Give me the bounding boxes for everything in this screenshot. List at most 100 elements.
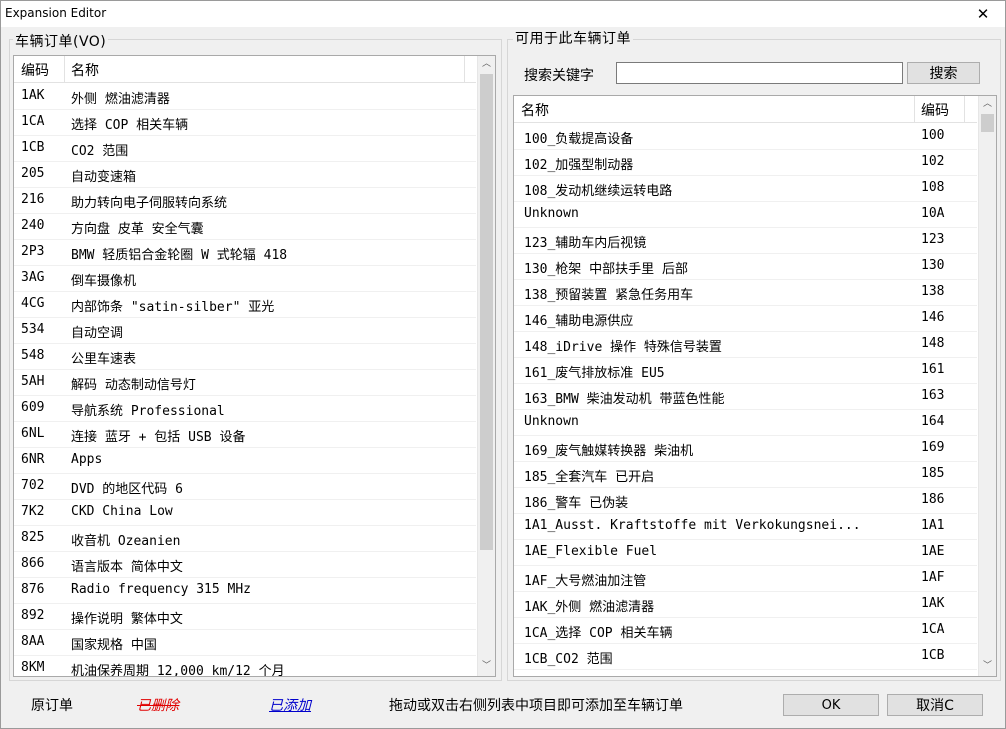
scroll-down-icon[interactable]: ﹀ [979,658,996,675]
table-row[interactable]: 5AH 解码 动态制动信号灯 [14,369,476,396]
table-row[interactable]: 1AE_Flexible Fuel 1AE [514,539,977,566]
table-row[interactable]: 1CB_CO2 范围 1CB [514,643,977,670]
table-row[interactable]: 146_辅助电源供应 146 [514,305,977,332]
cell-code: 1CB [21,140,45,155]
table-row[interactable]: 1CA_选择 COP 相关车辆 1CA [514,617,977,644]
cell-name: Apps [71,452,103,467]
available-options-scrollbar[interactable]: ︿ ﹀ [978,96,996,676]
table-row[interactable]: 866 语言版本 简体中文 [14,551,476,578]
table-row[interactable]: 876 Radio frequency 315 MHz [14,577,476,604]
cell-code: 5AH [21,374,45,389]
table-row[interactable]: 240 方向盘 皮革 安全气囊 [14,213,476,240]
window-title: Expansion Editor [5,6,107,20]
table-row[interactable]: 185_全套汽车 已开启 185 [514,461,977,488]
table-row[interactable]: 130_枪架 中部扶手里 后部 130 [514,253,977,280]
scroll-thumb[interactable] [981,114,994,132]
cell-name: 1CB_CO2 范围 [524,652,613,667]
table-row[interactable]: 138_预留装置 紧急任务用车 138 [514,279,977,306]
ok-button[interactable]: OK [783,694,879,716]
cell-name: DVD 的地区代码 6 [71,482,183,497]
scroll-up-icon[interactable]: ︿ [979,96,996,113]
cell-code: 146 [921,310,945,325]
cell-name: 公里车速表 [71,352,137,367]
table-row[interactable]: 3AG 倒车摄像机 [14,265,476,292]
table-row[interactable]: 123_辅助车内后视镜 123 [514,227,977,254]
table-row[interactable]: 148_iDrive 操作 特殊信号装置 148 [514,331,977,358]
cell-code: 240 [21,218,45,233]
cell-code: 534 [21,322,45,337]
table-row[interactable]: 1CB CO2 范围 [14,135,476,162]
cell-code: 216 [21,192,45,207]
table-row[interactable]: 1AK 外侧 燃油滤清器 [14,83,476,110]
cell-code: 130 [921,258,945,273]
table-row[interactable]: 8KM 机油保养周期 12,000 km/12 个月 [14,655,476,676]
cell-code: 1AK [921,596,945,611]
vehicle-order-scrollbar[interactable]: ︿ ﹀ [477,56,495,676]
cell-code: 1A1 [921,518,945,533]
table-row[interactable]: 205 自动变速箱 [14,161,476,188]
table-row[interactable]: 1A1_Ausst. Kraftstoffe mit Verkokungsnei… [514,513,977,540]
cell-code: 161 [921,362,945,377]
table-row[interactable]: 1CA 选择 COP 相关车辆 [14,109,476,136]
cell-name: 方向盘 皮革 安全气囊 [71,222,204,237]
cell-name: 内部饰条 "satin-silber" 亚光 [71,300,275,315]
col-header-code[interactable]: 编码 [21,60,49,80]
vehicle-order-header: 编码 名称 [14,56,476,83]
cell-name: 解码 动态制动信号灯 [71,378,196,393]
available-options-title: 可用于此车辆订单 [513,28,633,48]
cell-code: 876 [21,582,45,597]
close-icon[interactable]: ✕ [961,1,1005,27]
col-header-code[interactable]: 编码 [921,100,949,120]
table-row[interactable]: 102_加强型制动器 102 [514,149,977,176]
table-row[interactable]: 7K2 CKD China Low [14,499,476,526]
table-row[interactable]: 2P3 BMW 轻质铝合金轮圈 W 式轮辐 418 [14,239,476,266]
table-row[interactable]: 702 DVD 的地区代码 6 [14,473,476,500]
column-divider[interactable] [914,96,915,122]
scroll-up-icon[interactable]: ︿ [478,56,495,73]
search-label: 搜索关键字 [524,68,594,84]
cell-name: 146_辅助电源供应 [524,314,634,329]
table-row[interactable]: 1AF_大号燃油加注管 1AF [514,565,977,592]
vehicle-order-list[interactable]: 编码 名称 1AK 外侧 燃油滤清器 1CA 选择 COP 相关车辆 1CB CO2 范围… [13,55,496,677]
available-options-list[interactable]: 名称 编码 100_负载提高设备 100 102_加强型制动器 102 108_发动机继… [513,95,997,677]
col-header-name[interactable]: 名称 [521,100,549,120]
table-row[interactable]: 1AK_外侧 燃油滤清器 1AK [514,591,977,618]
table-row[interactable]: 161_废气排放标准 EU5 161 [514,357,977,384]
table-row[interactable]: 186_警车 已伪装 186 [514,487,977,514]
column-divider[interactable] [64,56,65,82]
cell-code: 8KM [21,660,45,675]
cell-name: 161_废气排放标准 EU5 [524,366,665,381]
table-row[interactable]: 8AA 国家规格 中国 [14,629,476,656]
vehicle-order-title: 车辆订单(VO) [13,31,109,51]
table-row[interactable]: 892 操作说明 繁体中文 [14,603,476,630]
table-row[interactable]: 609 导航系统 Professional [14,395,476,422]
cell-name: 连接 蓝牙 + 包括 USB 设备 [71,430,246,445]
table-row[interactable]: 4CG 内部饰条 "satin-silber" 亚光 [14,291,476,318]
cell-code: 186 [921,492,945,507]
table-row[interactable]: 163_BMW 柴油发动机 带蓝色性能 163 [514,383,977,410]
table-row[interactable]: 100_负载提高设备 100 [514,123,977,150]
cell-name: 186_警车 已伪装 [524,496,629,511]
table-row[interactable]: 548 公里车速表 [14,343,476,370]
column-divider[interactable] [964,96,965,122]
col-header-name[interactable]: 名称 [71,60,99,80]
table-row[interactable]: Unknown 164 [514,409,977,436]
column-divider[interactable] [464,56,465,82]
table-row[interactable]: 6NL 连接 蓝牙 + 包括 USB 设备 [14,421,476,448]
scroll-thumb[interactable] [480,74,493,550]
table-row[interactable]: 216 助力转向电子伺服转向系统 [14,187,476,214]
search-input[interactable] [616,62,903,84]
table-row[interactable]: 169_废气触媒转换器 柴油机 169 [514,435,977,462]
table-row[interactable]: 825 收音机 Ozeanien [14,525,476,552]
cancel-button[interactable]: 取消C [887,694,983,716]
cell-name: 1AF_大号燃油加注管 [524,574,647,589]
table-row[interactable]: Unknown 10A [514,201,977,228]
table-row[interactable]: 108_发动机继续运转电路 108 [514,175,977,202]
table-row[interactable]: 6NR Apps [14,447,476,474]
table-row[interactable]: 534 自动空调 [14,317,476,344]
cell-code: 7K2 [21,504,45,519]
search-button[interactable]: 搜索 [907,62,980,84]
cell-name: 1CA_选择 COP 相关车辆 [524,626,673,641]
scroll-down-icon[interactable]: ﹀ [478,658,495,675]
cell-name: CO2 范围 [71,144,129,159]
